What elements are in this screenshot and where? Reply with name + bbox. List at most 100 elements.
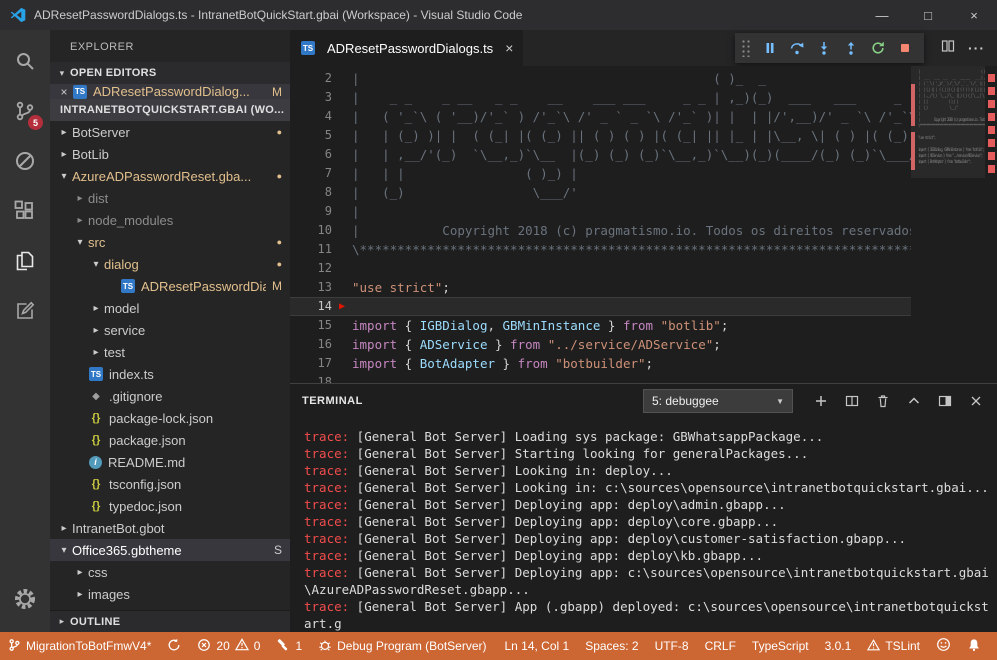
tree-item-typedoc-json[interactable]: {}typedoc.json (50, 495, 290, 517)
more-actions-icon[interactable]: ··· (968, 40, 985, 56)
git-branch-indicator[interactable]: MigrationToBotFmwV4* (0, 632, 159, 660)
line-number[interactable]: 3 (290, 88, 332, 107)
debug-status[interactable]: Debug Program (BotServer) (310, 632, 494, 660)
code-line-14[interactable]: 14▶ (290, 297, 997, 316)
tree-item-dialog[interactable]: ▾dialog● (50, 253, 290, 275)
open-editor-item[interactable]: ×TSADResetPasswordDialog...M (50, 84, 290, 99)
line-number[interactable]: 11 (290, 240, 332, 259)
indentation-setting[interactable]: Spaces: 2 (577, 632, 646, 660)
code-line-3[interactable]: 3| _ _ _ __ _ _ __ ___ ___ _ _ | ,_)(_) … (290, 88, 997, 107)
extensions-icon[interactable] (0, 186, 50, 236)
tree-item-package-lock-json[interactable]: {}package-lock.json (50, 407, 290, 429)
step-into-button[interactable] (810, 35, 837, 61)
line-number[interactable]: 18 (290, 373, 332, 383)
line-number[interactable]: 16 (290, 335, 332, 354)
code-line-12[interactable]: 12 (290, 259, 997, 278)
line-number[interactable]: 13 (290, 278, 332, 297)
eol-setting[interactable]: CRLF (697, 632, 744, 660)
tree-item-css[interactable]: ▸css (50, 561, 290, 583)
step-out-button[interactable] (837, 35, 864, 61)
sync-button[interactable] (159, 632, 189, 660)
line-number[interactable]: 12 (290, 259, 332, 278)
line-number[interactable]: 2 (290, 69, 332, 88)
tab-adresetpassworddialogs[interactable]: TS ADResetPasswordDialogs.ts × (290, 30, 523, 66)
split-editor-icon[interactable] (940, 38, 956, 59)
language-mode[interactable]: TypeScript (744, 632, 817, 660)
line-number[interactable]: 14 (290, 297, 332, 316)
tree-item-gitignore[interactable]: ◆.gitignore (50, 385, 290, 407)
code-line-4[interactable]: 4| ( '_`\ ( '__)/'_` ) /'_`\ /' _ ` _ `\… (290, 107, 997, 126)
tree-item-botlib[interactable]: ▸BotLib (50, 143, 290, 165)
tree-item-service[interactable]: ▸service (50, 319, 290, 341)
code-line-7[interactable]: 7| | | ( )_) | | (290, 164, 997, 183)
drag-grip-icon[interactable] (741, 39, 751, 57)
outline-section-header[interactable]: ▸ OUTLINE (50, 610, 290, 632)
code-line-10[interactable]: 10| Copyright 2018 (c) pragmatismo.io. T… (290, 221, 997, 240)
line-number[interactable]: 10 (290, 221, 332, 240)
tree-item-adresetpassworddial[interactable]: TSADResetPasswordDial...M (50, 275, 290, 297)
search-icon[interactable] (0, 36, 50, 86)
step-over-button[interactable] (783, 35, 810, 61)
tree-item-intranetbot-gbot[interactable]: ▸IntranetBot.gbot (50, 517, 290, 539)
tree-item-images[interactable]: ▸images (50, 583, 290, 605)
tree-item-botserver[interactable]: ▸BotServer● (50, 121, 290, 143)
tree-item-azureadpasswordreset-gba[interactable]: ▾AzureADPasswordReset.gba...● (50, 165, 290, 187)
line-number[interactable]: 5 (290, 126, 332, 145)
line-number[interactable]: 17 (290, 354, 332, 373)
encoding-setting[interactable]: UTF-8 (647, 632, 697, 660)
code-line-17[interactable]: 17import { BotAdapter } from "botbuilder… (290, 354, 997, 373)
line-number[interactable]: 6 (290, 145, 332, 164)
panel-layout-icon[interactable] (936, 392, 954, 410)
code-line-15[interactable]: 15import { IGBDialog, GBMinInstance } fr… (290, 316, 997, 335)
explorer-icon[interactable] (0, 236, 50, 286)
close-editor-icon[interactable]: × (56, 85, 72, 99)
typescript-version[interactable]: 3.0.1 (817, 632, 860, 660)
tree-item-test[interactable]: ▸test (50, 341, 290, 363)
settings-gear-icon[interactable] (0, 574, 50, 624)
line-number[interactable]: 4 (290, 107, 332, 126)
split-terminal-icon[interactable] (843, 392, 861, 410)
code-line-13[interactable]: 13"use strict"; (290, 278, 997, 297)
line-number[interactable]: 9 (290, 202, 332, 221)
code-line-6[interactable]: 6| | ,__/'(_) `\__,_)`\__ |(_) (_) (_)`\… (290, 145, 997, 164)
notifications-bell[interactable] (959, 632, 989, 660)
code-editor[interactable]: 2| ( )_ _ |3| _ _ _ __ _ _ __ ___ ___ _ … (290, 66, 997, 383)
restart-button[interactable] (864, 35, 891, 61)
maximize-button[interactable]: □ (905, 0, 951, 30)
terminal-output[interactable]: trace: [General Bot Server] Loading sys … (290, 418, 997, 632)
tree-item-node-modules[interactable]: ▸node_modules (50, 209, 290, 231)
source-control-icon[interactable]: 5 (0, 86, 50, 136)
line-number[interactable]: 8 (290, 183, 332, 202)
line-number[interactable]: 7 (290, 164, 332, 183)
kill-terminal-icon[interactable] (874, 392, 892, 410)
minimap[interactable]: | ( )_ _ || _ _ _ __ _ _ __ ___ ___ _ _ … (911, 66, 985, 383)
close-panel-icon[interactable] (967, 392, 985, 410)
code-line-9[interactable]: 9| | (290, 202, 997, 221)
tree-item-src[interactable]: ▾src● (50, 231, 290, 253)
close-button[interactable]: × (951, 0, 997, 30)
code-line-5[interactable]: 5| | (_) )| | ( (_| |( (_) || ( ) ( ) |(… (290, 126, 997, 145)
tree-item-model[interactable]: ▸model (50, 297, 290, 319)
code-line-18[interactable]: 18 (290, 373, 997, 383)
tree-item-index-ts[interactable]: TSindex.ts (50, 363, 290, 385)
minimize-button[interactable]: — (859, 0, 905, 30)
tree-item-tsconfig-json[interactable]: {}tsconfig.json (50, 473, 290, 495)
problems-indicator[interactable]: 20 0 (189, 632, 268, 660)
terminal-selector[interactable]: 5: debuggee ▼ (643, 389, 793, 413)
open-editors-header[interactable]: ▾ OPEN EDITORS (50, 62, 290, 84)
tree-item-package-json[interactable]: {}package.json (50, 429, 290, 451)
tasks-indicator[interactable]: 1 (268, 632, 310, 660)
code-line-16[interactable]: 16import { ADService } from "../service/… (290, 335, 997, 354)
edit-icon[interactable] (0, 286, 50, 336)
code-line-8[interactable]: 8| (_) \___/' | (290, 183, 997, 202)
new-terminal-icon[interactable] (812, 392, 830, 410)
maximize-panel-icon[interactable] (905, 392, 923, 410)
debug-icon[interactable] (0, 136, 50, 186)
tslint-status[interactable]: TSLint (859, 632, 928, 660)
tree-item-dist[interactable]: ▸dist (50, 187, 290, 209)
tree-item-office365-gbtheme[interactable]: ▾Office365.gbthemeS (50, 539, 290, 561)
stop-button[interactable] (891, 35, 918, 61)
workspace-section-header[interactable]: INTRANETBOTQUICKSTART.GBAI (WO... (50, 99, 290, 121)
overview-ruler[interactable] (985, 66, 997, 383)
cursor-position[interactable]: Ln 14, Col 1 (496, 632, 577, 660)
